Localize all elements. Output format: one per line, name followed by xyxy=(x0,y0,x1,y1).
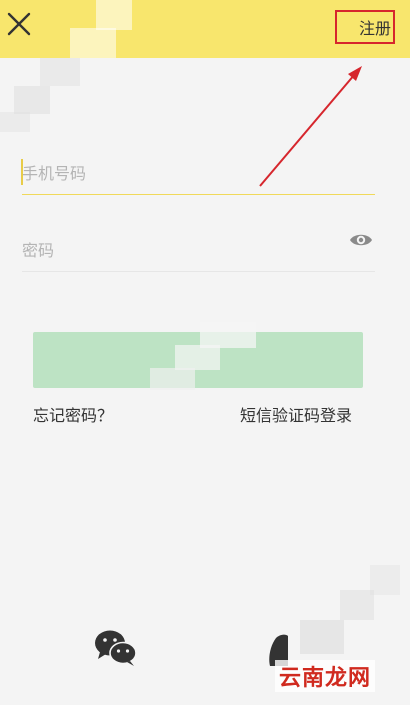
mosaic-patch xyxy=(70,28,116,58)
wechat-login-button[interactable] xyxy=(94,628,138,668)
mosaic-patch xyxy=(150,368,195,390)
eye-icon xyxy=(350,234,372,246)
mosaic-patch xyxy=(40,58,80,86)
close-icon xyxy=(7,12,31,36)
wechat-icon xyxy=(95,630,137,666)
register-button[interactable]: 注册 xyxy=(335,10,395,44)
text-caret xyxy=(21,159,23,185)
top-bar: 注册 xyxy=(0,0,410,58)
mosaic-patch xyxy=(96,0,132,30)
forgot-password-link[interactable]: 忘记密码？ xyxy=(33,402,113,426)
close-button[interactable] xyxy=(4,9,34,39)
register-label: 注册 xyxy=(358,19,391,38)
mosaic-patch xyxy=(175,345,220,370)
watermark: 云南龙网 xyxy=(275,660,375,692)
mosaic-patch xyxy=(14,86,50,114)
password-visibility-toggle[interactable] xyxy=(349,230,373,250)
password-input-underline xyxy=(22,271,375,272)
mosaic-patch xyxy=(0,112,30,132)
mosaic-patch xyxy=(300,620,344,654)
password-input[interactable] xyxy=(22,235,342,265)
phone-input[interactable] xyxy=(22,158,375,188)
mosaic-patch xyxy=(340,590,374,620)
sms-login-link[interactable]: 短信验证码登录 xyxy=(240,402,352,426)
phone-input-underline xyxy=(22,194,375,195)
mosaic-patch xyxy=(370,565,400,595)
